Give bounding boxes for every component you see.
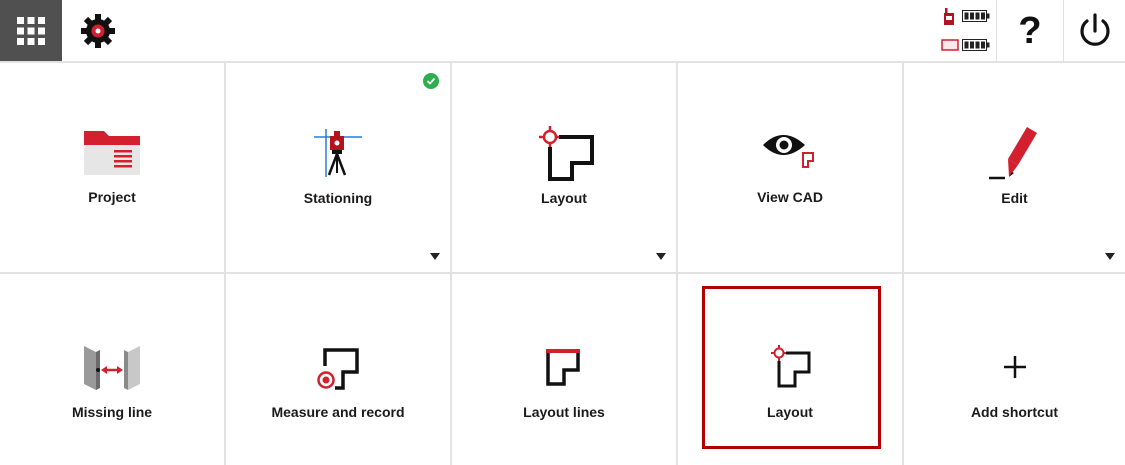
- tile-label: Add shortcut: [970, 404, 1059, 420]
- tile-stationing[interactable]: Stationing: [226, 63, 452, 274]
- tile-layout-shortcut[interactable]: Layout: [678, 274, 904, 465]
- folder-icon: [84, 131, 140, 175]
- tile-view-cad[interactable]: View CAD: [678, 63, 904, 274]
- total-station-icon: [314, 129, 362, 177]
- battery-full-icon: [962, 39, 990, 51]
- app-grid: Project Stationing Layout View CAD Edit …: [0, 63, 1125, 465]
- tile-label: Measure and record: [271, 404, 405, 420]
- layout-lines-icon: [546, 349, 580, 386]
- layout-icon: [539, 126, 594, 181]
- tile-add-shortcut[interactable]: Add shortcut: [904, 274, 1125, 465]
- help-button[interactable]: ?: [997, 0, 1064, 61]
- tile-label: Layout lines: [523, 404, 605, 420]
- device-status-icon: [941, 39, 959, 51]
- remote-device-icon: [944, 8, 954, 25]
- help-icon: ?: [1018, 9, 1042, 52]
- dropdown-arrow-icon[interactable]: [430, 253, 440, 260]
- tile-label: Edit: [1001, 190, 1028, 206]
- power-button[interactable]: [1064, 0, 1125, 61]
- tile-missing-line[interactable]: Missing line: [0, 274, 226, 465]
- top-bar: ?: [0, 0, 1125, 63]
- tile-label: Layout: [541, 190, 587, 206]
- battery-full-icon: [962, 10, 990, 22]
- tile-edit[interactable]: Edit: [904, 63, 1125, 274]
- tile-label: Missing line: [71, 404, 153, 420]
- tile-measure-and-record[interactable]: Measure and record: [226, 274, 452, 465]
- status-area: [930, 0, 997, 61]
- gear-icon: [81, 13, 115, 48]
- layout-icon: [771, 345, 811, 388]
- settings-button[interactable]: [62, 0, 134, 61]
- plus-icon: [1003, 356, 1026, 378]
- tile-label: Stationing: [303, 190, 373, 206]
- apps-button[interactable]: [0, 0, 62, 61]
- tile-layout[interactable]: Layout: [452, 63, 678, 274]
- tile-project[interactable]: Project: [0, 63, 226, 274]
- tile-label: View CAD: [757, 189, 823, 205]
- grid-icon: [17, 16, 45, 45]
- dropdown-arrow-icon[interactable]: [1105, 253, 1115, 260]
- tile-label: Layout: [767, 404, 813, 420]
- tile-layout-lines[interactable]: Layout lines: [452, 274, 678, 465]
- power-icon: [1079, 12, 1110, 46]
- dropdown-arrow-icon[interactable]: [656, 253, 666, 260]
- pen-icon: [988, 127, 1037, 180]
- check-icon: [423, 73, 439, 89]
- eye-icon: [763, 135, 814, 168]
- measure-record-icon: [317, 348, 359, 390]
- missing-line-icon: [84, 346, 140, 390]
- tile-label: Project: [88, 189, 136, 205]
